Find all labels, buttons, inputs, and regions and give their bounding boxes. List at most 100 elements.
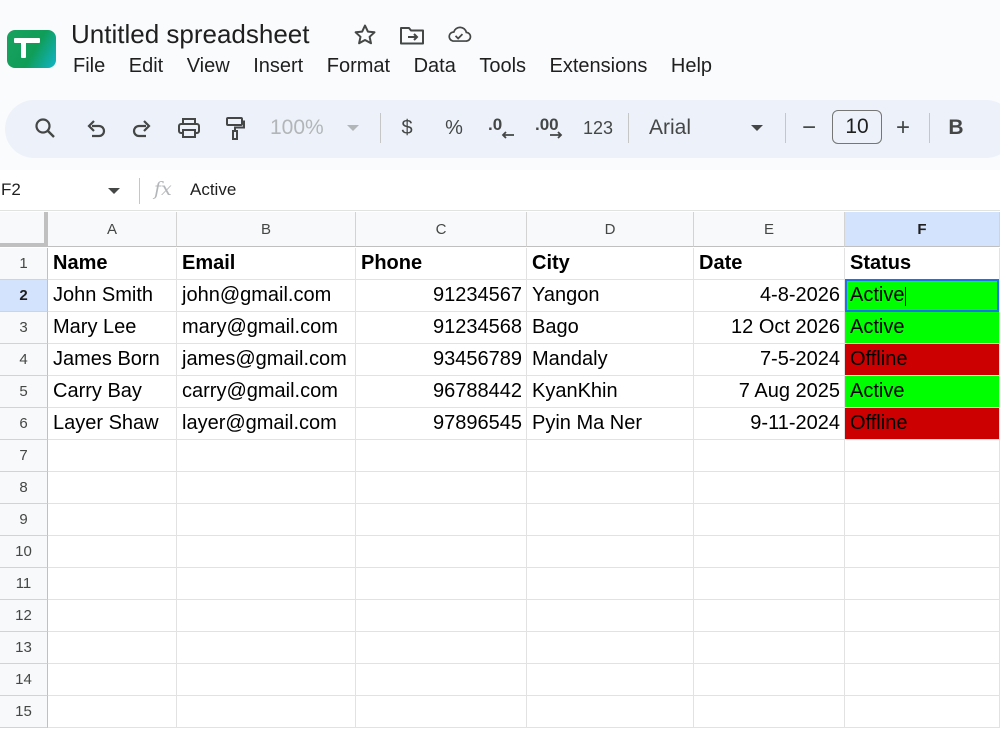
redo-icon[interactable]	[128, 112, 156, 144]
cell-e7[interactable]	[694, 440, 845, 472]
cell-f4[interactable]: Offline	[845, 344, 1000, 376]
cell-d8[interactable]	[527, 472, 694, 504]
cell-f10[interactable]	[845, 536, 1000, 568]
cell-a15[interactable]	[48, 696, 177, 728]
row-header-12[interactable]: 12	[0, 600, 48, 632]
cell-d14[interactable]	[527, 664, 694, 696]
decrease-decimal-button[interactable]: .0	[487, 112, 517, 144]
cell-c9[interactable]	[356, 504, 527, 536]
cell-d12[interactable]	[527, 600, 694, 632]
font-select[interactable]: Arial	[649, 112, 709, 144]
menu-extensions[interactable]: Extensions	[550, 55, 648, 78]
cell-c3[interactable]: 91234568	[356, 312, 527, 344]
cell-a2[interactable]: John Smith	[48, 280, 177, 312]
cell-c5[interactable]: 96788442	[356, 376, 527, 408]
row-header-10[interactable]: 10	[0, 536, 48, 568]
cell-d10[interactable]	[527, 536, 694, 568]
percent-format-button[interactable]: %	[442, 112, 466, 144]
cell-e10[interactable]	[694, 536, 845, 568]
cell-d5[interactable]: KyanKhin	[527, 376, 694, 408]
cell-b15[interactable]	[177, 696, 356, 728]
cell-b10[interactable]	[177, 536, 356, 568]
cell-a1[interactable]: Name	[48, 248, 177, 280]
cell-d6[interactable]: Pyin Ma Ner	[527, 408, 694, 440]
row-header-9[interactable]: 9	[0, 504, 48, 536]
font-size-input[interactable]: 10	[832, 110, 882, 144]
increase-decimal-button[interactable]: .00	[534, 112, 568, 144]
menu-view[interactable]: View	[187, 55, 230, 78]
cell-f7[interactable]	[845, 440, 1000, 472]
formula-input[interactable]: Active	[190, 180, 236, 200]
cell-f8[interactable]	[845, 472, 1000, 504]
more-formats-button[interactable]: 123	[581, 112, 615, 144]
column-header-f[interactable]: F	[845, 212, 1000, 247]
name-box-dropdown-icon[interactable]	[107, 183, 121, 201]
google-sheets-logo[interactable]	[7, 30, 56, 68]
cell-a11[interactable]	[48, 568, 177, 600]
menu-data[interactable]: Data	[414, 55, 456, 78]
row-header-13[interactable]: 13	[0, 632, 48, 664]
column-header-d[interactable]: D	[527, 212, 694, 247]
name-box[interactable]: F2	[1, 180, 21, 200]
cell-d1[interactable]: City	[527, 248, 694, 280]
menu-file[interactable]: File	[73, 55, 105, 78]
cell-b1[interactable]: Email	[177, 248, 356, 280]
row-header-1[interactable]: 1	[0, 248, 48, 280]
row-header-4[interactable]: 4	[0, 344, 48, 376]
cell-a12[interactable]	[48, 600, 177, 632]
cell-c13[interactable]	[356, 632, 527, 664]
cloud-saved-icon[interactable]	[446, 22, 472, 48]
cell-a7[interactable]	[48, 440, 177, 472]
cell-d3[interactable]: Bago	[527, 312, 694, 344]
cell-b7[interactable]	[177, 440, 356, 472]
cell-e6[interactable]: 9-11-2024	[694, 408, 845, 440]
cell-c15[interactable]	[356, 696, 527, 728]
cell-e12[interactable]	[694, 600, 845, 632]
cell-d7[interactable]	[527, 440, 694, 472]
cell-b4[interactable]: james@gmail.com	[177, 344, 356, 376]
cell-f9[interactable]	[845, 504, 1000, 536]
cell-b6[interactable]: layer@gmail.com	[177, 408, 356, 440]
cell-f2[interactable]: Active	[845, 280, 1000, 312]
cell-a6[interactable]: Layer Shaw	[48, 408, 177, 440]
cell-a3[interactable]: Mary Lee	[48, 312, 177, 344]
cell-f6[interactable]: Offline	[845, 408, 1000, 440]
menu-help[interactable]: Help	[671, 55, 712, 78]
cell-c8[interactable]	[356, 472, 527, 504]
cell-f1[interactable]: Status	[845, 248, 1000, 280]
select-all-corner[interactable]	[0, 212, 48, 247]
move-to-folder-icon[interactable]	[399, 22, 425, 48]
cell-c12[interactable]	[356, 600, 527, 632]
column-header-e[interactable]: E	[694, 212, 845, 247]
cell-c7[interactable]	[356, 440, 527, 472]
row-header-2[interactable]: 2	[0, 280, 48, 312]
column-header-a[interactable]: A	[48, 212, 177, 247]
cell-e14[interactable]	[694, 664, 845, 696]
cell-e9[interactable]	[694, 504, 845, 536]
cell-b3[interactable]: mary@gmail.com	[177, 312, 356, 344]
cell-e2[interactable]: 4-8-2026	[694, 280, 845, 312]
row-header-5[interactable]: 5	[0, 376, 48, 408]
cell-b8[interactable]	[177, 472, 356, 504]
cell-c6[interactable]: 97896545	[356, 408, 527, 440]
font-dropdown-icon[interactable]	[747, 112, 767, 144]
cell-f15[interactable]	[845, 696, 1000, 728]
paint-format-icon[interactable]	[222, 112, 248, 144]
row-header-3[interactable]: 3	[0, 312, 48, 344]
print-icon[interactable]	[174, 112, 204, 144]
menu-insert[interactable]: Insert	[253, 55, 303, 78]
document-title[interactable]: Untitled spreadsheet	[71, 19, 309, 50]
cell-e8[interactable]	[694, 472, 845, 504]
row-header-11[interactable]: 11	[0, 568, 48, 600]
zoom-dropdown-icon[interactable]	[343, 112, 363, 144]
cell-f11[interactable]	[845, 568, 1000, 600]
undo-icon[interactable]	[82, 112, 110, 144]
row-header-7[interactable]: 7	[0, 440, 48, 472]
bold-button[interactable]: B	[944, 112, 968, 144]
cell-e13[interactable]	[694, 632, 845, 664]
decrease-font-size-button[interactable]: −	[797, 112, 821, 144]
cell-e15[interactable]	[694, 696, 845, 728]
cell-b11[interactable]	[177, 568, 356, 600]
cell-d15[interactable]	[527, 696, 694, 728]
cell-e4[interactable]: 7-5-2024	[694, 344, 845, 376]
